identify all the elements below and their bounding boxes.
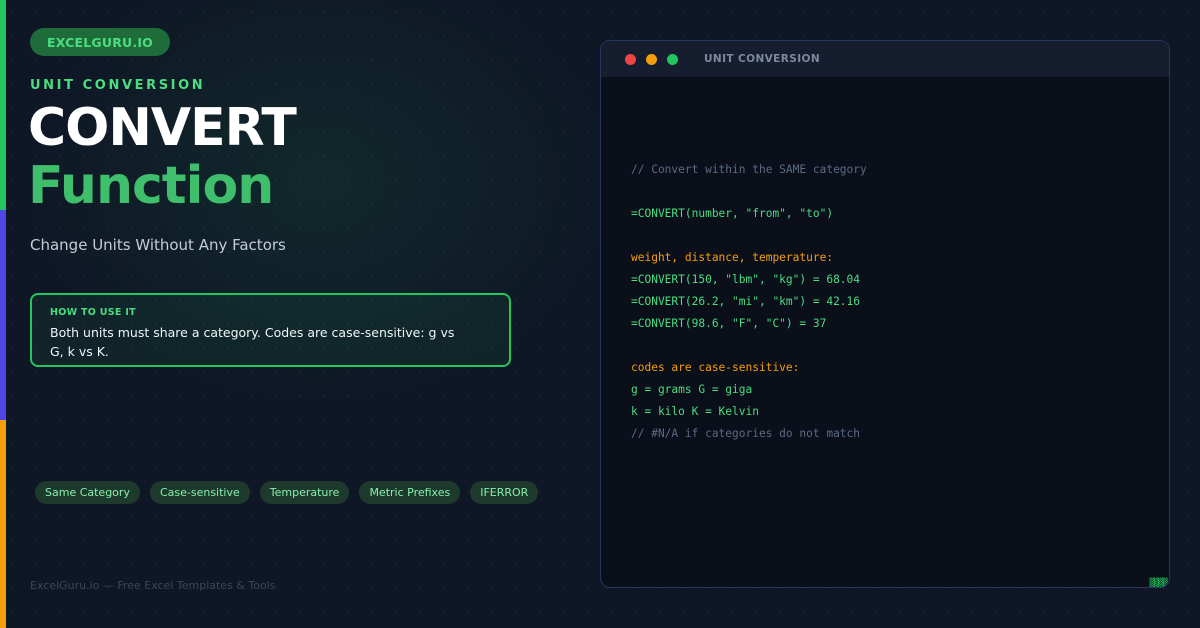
code-line: =CONVERT(number, "from", "to") bbox=[631, 207, 834, 220]
code-line: // Convert within the SAME category bbox=[631, 163, 867, 176]
page-title-line1: CONVERT bbox=[28, 98, 297, 158]
tag-metric-prefixes: Metric Prefixes bbox=[359, 481, 461, 504]
code-line-heading: weight, distance, temperature: bbox=[631, 251, 834, 264]
eyebrow-label: UNIT CONVERSION bbox=[30, 78, 206, 93]
grid-watermark-icon: ▒▒▒▒ bbox=[1149, 579, 1168, 588]
tag-iferror: IFERROR bbox=[470, 481, 539, 504]
code-line: =CONVERT(98.6, "F", "C") = 37 bbox=[631, 317, 827, 330]
how-to-use-box: HOW TO USE IT Both units must share a ca… bbox=[30, 293, 511, 367]
code-line: =CONVERT(26.2, "mi", "km") = 42.16 bbox=[631, 295, 861, 308]
terminal-title: UNIT CONVERSION bbox=[704, 53, 821, 65]
left-accent-green bbox=[0, 0, 6, 210]
left-accent-blue bbox=[0, 210, 6, 420]
brand-pill: EXCELGURU.IO bbox=[30, 28, 170, 56]
terminal-title-bar: UNIT CONVERSION bbox=[601, 41, 1169, 77]
tag-case-sensitive: Case-sensitive bbox=[149, 481, 250, 504]
window-close-dot-icon bbox=[625, 53, 636, 65]
footer-text: ExcelGuru.io — Free Excel Templates & To… bbox=[30, 579, 276, 592]
how-to-use-text: Both units must share a category. Codes … bbox=[50, 325, 455, 359]
code-terminal-window: UNIT CONVERSION // Convert within the SA… bbox=[600, 40, 1170, 588]
page-title-line2: Function bbox=[28, 156, 274, 216]
window-minimize-dot-icon bbox=[646, 53, 657, 65]
code-line: k = kilo K = Kelvin bbox=[631, 405, 759, 418]
window-maximize-dot-icon bbox=[667, 53, 678, 65]
tag-list: Same Category Case-sensitive Temperature Me… bbox=[35, 481, 601, 505]
code-line-heading: codes are case-sensitive: bbox=[631, 361, 800, 374]
page-subtitle: Change Units Without Any Factors bbox=[30, 236, 286, 254]
code-block: // Convert within the SAME category =CON… bbox=[631, 159, 867, 445]
code-line: =CONVERT(150, "lbm", "kg") = 68.04 bbox=[631, 273, 861, 286]
code-line: g = grams G = giga bbox=[631, 383, 753, 396]
how-to-use-label: HOW TO USE IT bbox=[50, 307, 136, 318]
code-line: // #N/A if categories do not match bbox=[631, 427, 861, 440]
tag-temperature: Temperature bbox=[259, 481, 350, 504]
left-accent-orange bbox=[0, 420, 6, 628]
tag-same-category: Same Category bbox=[35, 481, 140, 504]
